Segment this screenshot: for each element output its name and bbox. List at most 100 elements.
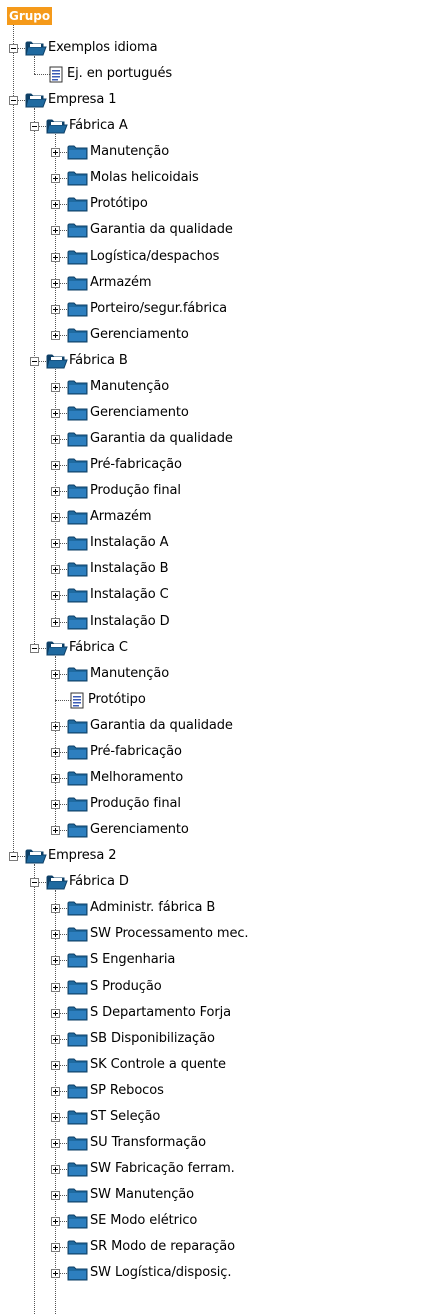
tree-node-label[interactable]: Protótipo <box>90 192 148 216</box>
expand-toggle-icon[interactable] <box>51 1165 60 1174</box>
expand-toggle-icon[interactable] <box>51 983 60 992</box>
folder-icon <box>67 978 89 996</box>
tree-node-label[interactable]: Fábrica D <box>69 870 129 894</box>
tree-node-label[interactable]: SW Manutenção <box>90 1183 194 1207</box>
tree-node-label[interactable]: Logística/despachos <box>90 245 219 269</box>
expand-toggle-icon[interactable] <box>51 591 60 600</box>
collapse-toggle-icon[interactable] <box>9 852 18 861</box>
tree-node-label[interactable]: Empresa 2 <box>48 844 117 868</box>
tree-node-label[interactable]: Instalação B <box>90 557 169 581</box>
tree-node-label[interactable]: Manutenção <box>90 662 169 686</box>
tree-node-label[interactable]: Fábrica A <box>69 114 128 138</box>
tree-node-label[interactable]: SU Transformação <box>90 1131 206 1155</box>
collapse-toggle-icon[interactable] <box>30 357 39 366</box>
expand-toggle-icon[interactable] <box>51 956 60 965</box>
expand-toggle-icon[interactable] <box>51 1009 60 1018</box>
expand-toggle-icon[interactable] <box>51 200 60 209</box>
expand-toggle-icon[interactable] <box>51 174 60 183</box>
tree-node-label[interactable]: Gerenciamento <box>90 401 189 425</box>
tree-node-label[interactable]: Pré-fabricação <box>90 453 182 477</box>
expand-toggle-icon[interactable] <box>51 1191 60 1200</box>
tree-node-label[interactable]: Molas helicoidais <box>90 166 199 190</box>
expand-toggle-icon[interactable] <box>51 904 60 913</box>
expand-toggle-icon[interactable] <box>51 1087 60 1096</box>
tree-node-label[interactable]: Administr. fábrica B <box>90 896 215 920</box>
tree-node-label[interactable]: Garantia da qualidade <box>90 218 233 242</box>
expand-toggle-icon[interactable] <box>51 826 60 835</box>
expand-toggle-icon[interactable] <box>51 279 60 288</box>
tree-node-label[interactable]: SP Rebocos <box>90 1079 164 1103</box>
expand-toggle-icon[interactable] <box>51 1139 60 1148</box>
expand-toggle-icon[interactable] <box>51 722 60 731</box>
expand-toggle-icon[interactable] <box>51 1243 60 1252</box>
tree-node-label[interactable]: Gerenciamento <box>90 323 189 347</box>
tree-node-label[interactable]: SW Logística/disposiç. <box>90 1261 231 1285</box>
folder-icon <box>67 821 89 839</box>
expand-toggle-icon[interactable] <box>51 461 60 470</box>
expand-toggle-icon[interactable] <box>51 1269 60 1278</box>
expand-toggle-icon[interactable] <box>51 800 60 809</box>
expand-toggle-icon[interactable] <box>51 1217 60 1226</box>
tree-node-label[interactable]: Manutenção <box>90 375 169 399</box>
tree-node-label[interactable]: SK Controle a quente <box>90 1053 226 1077</box>
expand-toggle-icon[interactable] <box>51 305 60 314</box>
folder-icon <box>67 1134 89 1152</box>
folder-icon <box>67 221 89 239</box>
expand-toggle-icon[interactable] <box>51 774 60 783</box>
tree-node-label[interactable]: Instalação A <box>90 531 168 555</box>
expand-toggle-icon[interactable] <box>51 253 60 262</box>
tree-node-label[interactable]: Instalação D <box>90 610 170 634</box>
tree-node-label[interactable]: SW Processamento mec. <box>90 922 249 946</box>
folder-icon <box>67 274 89 292</box>
tree-node-label[interactable]: Garantia da qualidade <box>90 427 233 451</box>
tree-node-label[interactable]: Manutenção <box>90 140 169 164</box>
tree-node-label[interactable]: S Produção <box>90 975 162 999</box>
tree-node-label[interactable]: Melhoramento <box>90 766 183 790</box>
tree-node-label[interactable]: Armazém <box>90 505 152 529</box>
expand-toggle-icon[interactable] <box>51 148 60 157</box>
tree-node-label[interactable]: Fábrica B <box>69 349 128 373</box>
expand-toggle-icon[interactable] <box>51 565 60 574</box>
expand-toggle-icon[interactable] <box>51 1035 60 1044</box>
collapse-toggle-icon[interactable] <box>30 644 39 653</box>
tree-node-label[interactable]: SE Modo elétrico <box>90 1209 197 1233</box>
expand-toggle-icon[interactable] <box>51 409 60 418</box>
tree-node-label[interactable]: Exemplos idioma <box>48 36 158 60</box>
expand-toggle-icon[interactable] <box>51 1113 60 1122</box>
expand-toggle-icon[interactable] <box>51 930 60 939</box>
expand-toggle-icon[interactable] <box>51 383 60 392</box>
tree-node-label[interactable]: Protótipo <box>88 688 146 712</box>
collapse-toggle-icon[interactable] <box>30 122 39 131</box>
expand-toggle-icon[interactable] <box>51 539 60 548</box>
tree-node-label[interactable]: SB Disponibilização <box>90 1027 215 1051</box>
tree-node-label[interactable]: ST Seleção <box>90 1105 160 1129</box>
expand-toggle-icon[interactable] <box>51 1061 60 1070</box>
expand-toggle-icon[interactable] <box>51 748 60 757</box>
collapse-toggle-icon[interactable] <box>9 96 18 105</box>
tree-root-label[interactable]: Grupo <box>7 7 53 25</box>
tree-node-label[interactable]: Empresa 1 <box>48 88 117 112</box>
tree-node-label[interactable]: Produção final <box>90 792 181 816</box>
tree-node-label[interactable]: Produção final <box>90 479 181 503</box>
tree-node-label[interactable]: Porteiro/segur.fábrica <box>90 297 227 321</box>
tree-node-label[interactable]: S Departamento Forja <box>90 1001 231 1025</box>
tree-node-label[interactable]: S Engenharia <box>90 948 175 972</box>
expand-toggle-icon[interactable] <box>51 670 60 679</box>
tree-node-label[interactable]: Gerenciamento <box>90 818 189 842</box>
tree-node-label[interactable]: Pré-fabricação <box>90 740 182 764</box>
expand-toggle-icon[interactable] <box>51 331 60 340</box>
tree-node-label[interactable]: Garantia da qualidade <box>90 714 233 738</box>
expand-toggle-icon[interactable] <box>51 435 60 444</box>
expand-toggle-icon[interactable] <box>51 226 60 235</box>
tree-node-label[interactable]: Instalação C <box>90 583 169 607</box>
collapse-toggle-icon[interactable] <box>9 44 18 53</box>
tree-node-label[interactable]: Armazém <box>90 271 152 295</box>
expand-toggle-icon[interactable] <box>51 513 60 522</box>
tree-node-label[interactable]: SR Modo de reparação <box>90 1235 235 1259</box>
collapse-toggle-icon[interactable] <box>30 878 39 887</box>
expand-toggle-icon[interactable] <box>51 487 60 496</box>
tree-node-label[interactable]: Ej. en portugués <box>67 62 172 86</box>
tree-node-label[interactable]: SW Fabricação ferram. <box>90 1157 235 1181</box>
expand-toggle-icon[interactable] <box>51 618 60 627</box>
tree-node-label[interactable]: Fábrica C <box>69 636 128 660</box>
